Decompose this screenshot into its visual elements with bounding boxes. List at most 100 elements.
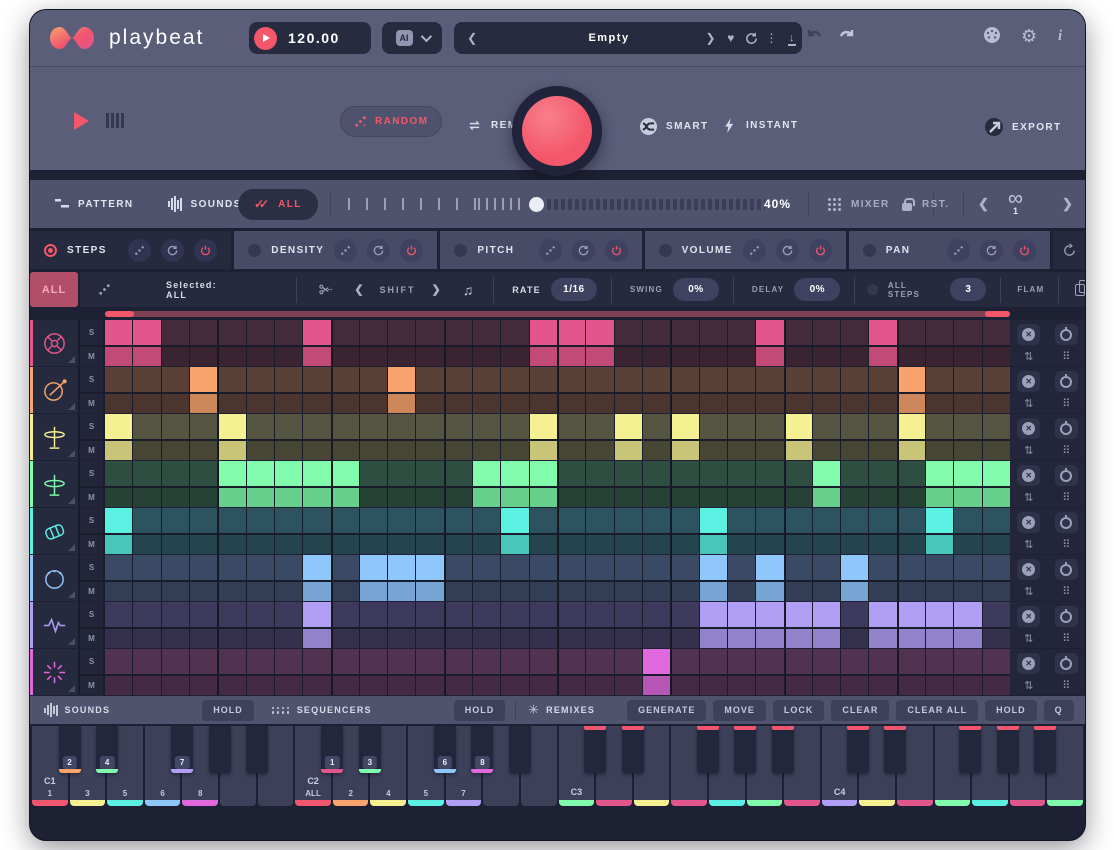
step-cell[interactable] xyxy=(190,555,217,580)
track-sliders-icon[interactable]: ⇅ xyxy=(1024,352,1033,363)
track-sliders-icon[interactable]: ⇅ xyxy=(1024,399,1033,410)
accent-cell[interactable] xyxy=(785,488,812,507)
swing-value[interactable]: 0% xyxy=(673,278,719,301)
accent-cell[interactable] xyxy=(388,441,415,460)
step-cell[interactable] xyxy=(303,602,330,627)
black-key[interactable]: 2 xyxy=(59,726,81,773)
accent-cell[interactable] xyxy=(869,394,896,413)
step-cell[interactable] xyxy=(501,320,528,345)
accent-cell[interactable] xyxy=(388,394,415,413)
accent-cell[interactable] xyxy=(530,394,557,413)
accent-cell[interactable] xyxy=(218,347,245,366)
accent-cell[interactable] xyxy=(218,535,245,554)
accent-cell[interactable] xyxy=(983,582,1010,601)
accent-cell[interactable] xyxy=(954,629,981,648)
step-cell[interactable] xyxy=(332,555,359,580)
accent-cell[interactable] xyxy=(954,441,981,460)
accent-cell[interactable] xyxy=(416,582,443,601)
step-cell[interactable] xyxy=(133,367,160,392)
black-key[interactable] xyxy=(509,726,531,773)
step-cell[interactable] xyxy=(558,649,585,674)
tab-power-icon[interactable] xyxy=(400,239,423,262)
accent-cell[interactable] xyxy=(813,676,840,695)
step-cell[interactable] xyxy=(275,555,302,580)
step-cell[interactable] xyxy=(303,461,330,486)
accent-cell[interactable] xyxy=(898,676,925,695)
step-cell[interactable] xyxy=(360,461,387,486)
accent-cell[interactable] xyxy=(133,488,160,507)
all-tracks-button[interactable]: ALL xyxy=(30,272,78,307)
q-button[interactable]: Q xyxy=(1044,700,1074,721)
accent-cell[interactable] xyxy=(247,347,274,366)
accent-cell[interactable] xyxy=(133,629,160,648)
accent-cell[interactable] xyxy=(615,535,642,554)
step-cell[interactable] xyxy=(898,555,925,580)
mute-button[interactable]: M xyxy=(80,629,103,648)
step-cell[interactable] xyxy=(785,367,812,392)
accent-cell[interactable] xyxy=(218,394,245,413)
step-cell[interactable] xyxy=(473,320,500,345)
tambourine-icon[interactable] xyxy=(30,555,78,601)
tab-pitch[interactable]: PITCH xyxy=(440,231,641,269)
black-key[interactable] xyxy=(959,726,981,773)
step-cell[interactable] xyxy=(558,320,585,345)
accent-cell[interactable] xyxy=(303,676,330,695)
step-cell[interactable] xyxy=(983,602,1010,627)
accent-cell[interactable] xyxy=(275,535,302,554)
step-cell[interactable] xyxy=(360,555,387,580)
accent-cell[interactable] xyxy=(473,488,500,507)
accent-cell[interactable] xyxy=(785,629,812,648)
accent-cell[interactable] xyxy=(756,629,783,648)
track-drag-handle-icon[interactable]: ⠿ xyxy=(1062,634,1070,645)
track-drag-handle-icon[interactable]: ⠿ xyxy=(1062,446,1070,457)
accent-cell[interactable] xyxy=(615,582,642,601)
step-cell[interactable] xyxy=(190,602,217,627)
step-cell[interactable] xyxy=(105,555,132,580)
accent-cell[interactable] xyxy=(671,347,698,366)
accent-cell[interactable] xyxy=(105,629,132,648)
black-key[interactable] xyxy=(209,726,231,773)
accent-cell[interactable] xyxy=(898,347,925,366)
step-cell[interactable] xyxy=(954,367,981,392)
accent-cell[interactable] xyxy=(926,394,953,413)
step-cell[interactable] xyxy=(275,367,302,392)
accent-cell[interactable] xyxy=(615,629,642,648)
accent-cell[interactable] xyxy=(275,629,302,648)
accent-cell[interactable] xyxy=(473,394,500,413)
accent-cell[interactable] xyxy=(501,676,528,695)
accent-cell[interactable] xyxy=(898,535,925,554)
step-cell[interactable] xyxy=(360,508,387,533)
track-drag-handle-icon[interactable]: ⠿ xyxy=(1062,540,1070,551)
accent-cell[interactable] xyxy=(416,441,443,460)
step-cell[interactable] xyxy=(671,461,698,486)
tab-refresh-icon[interactable] xyxy=(776,239,799,262)
black-key[interactable]: 8 xyxy=(471,726,493,773)
track-clear-button[interactable]: ✕ xyxy=(1017,512,1040,533)
step-cell[interactable] xyxy=(756,649,783,674)
track-sliders-icon[interactable]: ⇅ xyxy=(1024,493,1033,504)
step-cell[interactable] xyxy=(983,414,1010,439)
step-cell[interactable] xyxy=(190,320,217,345)
step-cell[interactable] xyxy=(756,367,783,392)
step-cell[interactable] xyxy=(813,414,840,439)
accent-cell[interactable] xyxy=(615,676,642,695)
track-sliders-icon[interactable]: ⇅ xyxy=(1024,540,1033,551)
step-cell[interactable] xyxy=(898,508,925,533)
midi-icon[interactable] xyxy=(983,26,1001,48)
step-cell[interactable] xyxy=(247,320,274,345)
accent-cell[interactable] xyxy=(416,394,443,413)
accent-cell[interactable] xyxy=(247,582,274,601)
accent-cell[interactable] xyxy=(983,441,1010,460)
accent-cell[interactable] xyxy=(332,535,359,554)
all-filter-pill[interactable]: ✓✓ ALL xyxy=(238,180,318,228)
accent-cell[interactable] xyxy=(530,488,557,507)
accent-cell[interactable] xyxy=(218,488,245,507)
accent-cell[interactable] xyxy=(841,535,868,554)
generate-big-button[interactable] xyxy=(512,86,602,176)
accent-cell[interactable] xyxy=(643,441,670,460)
track-drag-handle-icon[interactable]: ⠿ xyxy=(1062,681,1070,692)
accent-cell[interactable] xyxy=(869,676,896,695)
density-slider[interactable] xyxy=(348,180,765,228)
step-cell[interactable] xyxy=(190,649,217,674)
step-cell[interactable] xyxy=(445,602,472,627)
